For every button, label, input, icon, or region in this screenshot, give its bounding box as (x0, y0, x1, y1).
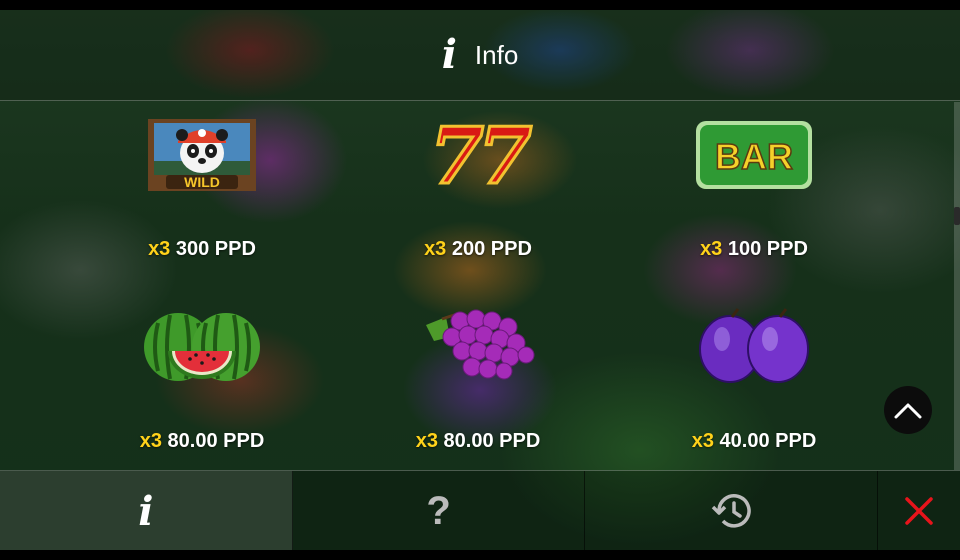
bar-icon: BAR (689, 110, 819, 200)
question-mark-icon: ? (426, 488, 451, 533)
info-icon: i (138, 487, 154, 535)
scroll-up-button[interactable] (884, 386, 932, 434)
seven-seven-icon: 77 (413, 110, 543, 200)
payout-label: x3 100 PPD (700, 238, 808, 261)
svg-text:BAR: BAR (715, 136, 793, 177)
multiplier: x3 (415, 430, 438, 452)
info-header: i Info (0, 10, 960, 101)
multiplier: x3 (424, 238, 447, 260)
payout-label: x3 80.00 PPD (140, 430, 265, 453)
paytable-item-grapes: x3 80.00 PPD (338, 302, 618, 453)
payout-amount: 300 PPD (175, 238, 256, 260)
paytable-item-watermelon: x3 80.00 PPD (62, 302, 342, 453)
wild-panda-icon: WILD (137, 110, 267, 200)
chevron-up-icon (894, 403, 922, 419)
history-icon (711, 494, 751, 528)
info-screen: i Info WILD x3 300 PPD 77 x3 200 PPD BAR… (0, 10, 960, 550)
paytable-grid: WILD x3 300 PPD 77 x3 200 PPD BAR x3 100… (0, 100, 956, 470)
scroll-thumb[interactable] (954, 207, 960, 225)
payout-amount: 80.00 PPD (443, 430, 541, 452)
watermelon-icon (137, 302, 267, 392)
close-icon (905, 497, 933, 525)
paytable-item-bar: BAR x3 100 PPD (614, 110, 894, 261)
payout-amount: 100 PPD (727, 238, 808, 260)
paytable-item-plum: x3 40.00 PPD (614, 302, 894, 453)
payout-label: x3 40.00 PPD (692, 430, 817, 453)
bottom-toolbar: i ? (0, 470, 960, 550)
multiplier: x3 (148, 238, 171, 260)
multiplier: x3 (700, 238, 723, 260)
close-button[interactable] (878, 471, 960, 550)
plum-icon (689, 302, 819, 392)
svg-text:WILD: WILD (184, 174, 220, 190)
info-icon: i (441, 31, 457, 78)
payout-amount: 200 PPD (451, 238, 532, 260)
payout-amount: 80.00 PPD (167, 430, 265, 452)
tab-history[interactable] (585, 471, 879, 550)
tab-help[interactable]: ? (293, 471, 586, 550)
scrollbar[interactable] (954, 102, 960, 470)
multiplier: x3 (691, 430, 714, 452)
payout-label: x3 300 PPD (148, 238, 256, 261)
paytable-item-sevens: 77 x3 200 PPD (338, 110, 618, 261)
multiplier: x3 (139, 430, 162, 452)
svg-text:77: 77 (430, 115, 532, 195)
paytable-item-wild: WILD x3 300 PPD (62, 110, 342, 261)
payout-amount: 40.00 PPD (719, 430, 817, 452)
payout-label: x3 80.00 PPD (416, 430, 541, 453)
grapes-icon (413, 302, 543, 392)
tab-info[interactable]: i (0, 471, 293, 550)
page-title: Info (474, 39, 519, 70)
payout-label: x3 200 PPD (424, 238, 532, 261)
